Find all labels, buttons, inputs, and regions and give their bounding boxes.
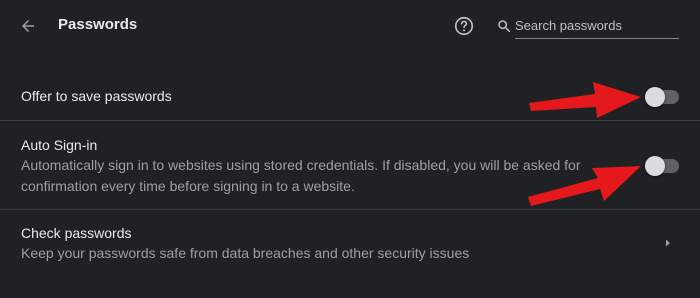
- help-circle-icon: [454, 16, 474, 36]
- toggle-knob: [645, 156, 665, 176]
- back-button[interactable]: [16, 14, 40, 38]
- page-title: Passwords: [58, 16, 138, 33]
- help-button[interactable]: [453, 15, 475, 37]
- auto-signin-description: Automatically sign in to websites using …: [21, 157, 581, 194]
- search-input[interactable]: [515, 15, 679, 35]
- auto-signin-row[interactable]: Auto Sign-in Automatically sign in to we…: [0, 121, 700, 209]
- auto-signin-toggle[interactable]: [645, 156, 679, 176]
- chevron-right-icon: [666, 239, 670, 247]
- check-passwords-description: Keep your passwords safe from data breac…: [21, 245, 470, 261]
- search-icon: [498, 20, 511, 33]
- check-passwords-row[interactable]: Check passwords Keep your passwords safe…: [0, 210, 700, 274]
- arrow-left-icon: [22, 20, 34, 32]
- page-header: Passwords: [0, 0, 700, 52]
- search-underline: [515, 38, 679, 39]
- offer-to-save-label: Offer to save passwords: [21, 88, 172, 104]
- offer-to-save-toggle[interactable]: [645, 87, 679, 107]
- check-passwords-label: Check passwords: [21, 225, 132, 241]
- offer-to-save-row[interactable]: Offer to save passwords: [0, 62, 700, 120]
- toggle-knob: [645, 87, 665, 107]
- search-box[interactable]: [494, 12, 680, 40]
- auto-signin-label: Auto Sign-in: [21, 137, 98, 153]
